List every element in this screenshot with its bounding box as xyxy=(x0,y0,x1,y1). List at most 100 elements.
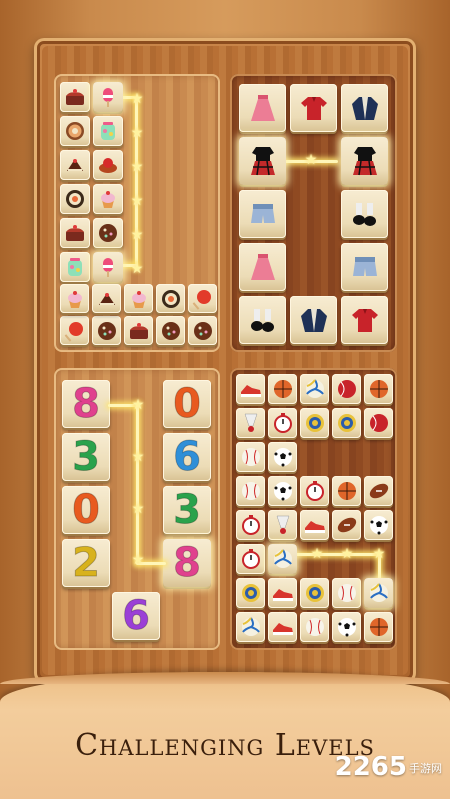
cricket-ball-icon xyxy=(367,411,391,435)
game-tile[interactable] xyxy=(300,578,329,608)
number-tile[interactable]: 3 xyxy=(163,486,211,534)
basketball-icon xyxy=(367,377,391,401)
number-tile[interactable]: 0 xyxy=(62,486,110,534)
game-tile[interactable] xyxy=(341,296,388,344)
game-tile[interactable] xyxy=(290,296,337,344)
game-tile[interactable] xyxy=(364,510,393,540)
stopwatch-icon xyxy=(271,411,295,435)
game-tile[interactable] xyxy=(60,150,90,180)
macaron-jar-icon xyxy=(96,119,120,143)
game-tile[interactable] xyxy=(236,374,265,404)
number-digit: 0 xyxy=(72,487,101,533)
game-tile[interactable] xyxy=(239,243,286,291)
game-tile[interactable] xyxy=(300,408,329,438)
game-tile[interactable] xyxy=(60,218,90,248)
game-tile[interactable] xyxy=(332,374,361,404)
game-tile[interactable] xyxy=(60,184,90,214)
game-tile[interactable] xyxy=(364,578,393,608)
number-tile[interactable]: 8 xyxy=(62,380,110,428)
game-tile[interactable] xyxy=(93,184,123,214)
game-tile[interactable] xyxy=(341,84,388,132)
game-tile[interactable] xyxy=(93,116,123,146)
watermark-logo: 2265 手游网 xyxy=(335,752,442,782)
game-tile[interactable] xyxy=(290,84,337,132)
game-tile[interactable] xyxy=(60,284,89,313)
number-tile-selected[interactable]: 8 xyxy=(163,539,211,587)
game-tile[interactable] xyxy=(60,316,89,345)
game-tile[interactable] xyxy=(188,284,217,313)
game-tile[interactable] xyxy=(268,578,297,608)
game-tile[interactable] xyxy=(93,252,123,282)
stopwatch-icon xyxy=(303,479,327,503)
game-tile[interactable] xyxy=(300,476,329,506)
game-tile[interactable] xyxy=(268,510,297,540)
game-tile[interactable] xyxy=(332,510,361,540)
game-tile[interactable] xyxy=(341,190,388,238)
game-tile[interactable] xyxy=(93,150,123,180)
game-tile[interactable] xyxy=(268,408,297,438)
game-tile[interactable] xyxy=(124,316,153,345)
mary-jane-shoes-icon xyxy=(249,306,277,334)
game-tile[interactable] xyxy=(92,316,121,345)
game-tile[interactable] xyxy=(92,284,121,313)
game-tile[interactable] xyxy=(300,612,329,642)
game-tile[interactable] xyxy=(332,476,361,506)
game-tile[interactable] xyxy=(156,316,185,345)
number-digit: 6 xyxy=(122,593,151,639)
game-tile[interactable] xyxy=(239,190,286,238)
game-tile[interactable] xyxy=(268,612,297,642)
number-tile[interactable]: 6 xyxy=(163,433,211,481)
game-tile[interactable] xyxy=(236,408,265,438)
game-tile[interactable] xyxy=(364,374,393,404)
sneaker-red-icon xyxy=(239,377,263,401)
game-tile[interactable] xyxy=(332,408,361,438)
game-tile[interactable] xyxy=(332,578,361,608)
game-tile[interactable] xyxy=(364,408,393,438)
chocolate-cake-icon xyxy=(63,153,87,177)
football-icon xyxy=(367,479,391,503)
game-tile[interactable] xyxy=(124,284,153,313)
match-path-line xyxy=(136,404,139,564)
number-digit: 2 xyxy=(72,540,101,586)
game-tile[interactable] xyxy=(188,316,217,345)
soccer-ball-icon xyxy=(271,445,295,469)
game-tile[interactable] xyxy=(239,137,286,185)
game-tile[interactable] xyxy=(236,510,265,540)
game-tile[interactable] xyxy=(268,374,297,404)
game-tile[interactable] xyxy=(60,252,90,282)
shirt-red-icon xyxy=(300,94,328,122)
number-tile[interactable]: 0 xyxy=(163,380,211,428)
chocolate-cookie-icon xyxy=(159,319,183,343)
game-tile[interactable] xyxy=(156,284,185,313)
watermark-text: 2265 xyxy=(334,752,407,782)
game-tile[interactable] xyxy=(93,82,123,112)
game-tile[interactable] xyxy=(341,243,388,291)
game-tile[interactable] xyxy=(93,218,123,248)
game-tile[interactable] xyxy=(236,442,265,472)
game-tile[interactable] xyxy=(60,82,90,112)
game-tile[interactable] xyxy=(268,544,297,574)
number-tile[interactable]: 2 xyxy=(62,539,110,587)
game-tile[interactable] xyxy=(364,612,393,642)
game-tile[interactable] xyxy=(236,578,265,608)
game-tile[interactable] xyxy=(300,374,329,404)
game-tile[interactable] xyxy=(341,137,388,185)
game-tile[interactable] xyxy=(268,442,297,472)
game-tile[interactable] xyxy=(60,116,90,146)
number-tile[interactable]: 6 xyxy=(112,592,160,640)
game-tile[interactable] xyxy=(364,476,393,506)
candy-apple-icon xyxy=(63,319,87,343)
sparkle-star-icon: ★ xyxy=(130,91,144,107)
game-tile[interactable] xyxy=(300,510,329,540)
game-tile[interactable] xyxy=(332,612,361,642)
game-tile[interactable] xyxy=(236,476,265,506)
jacket-navy-icon xyxy=(300,306,328,334)
number-tile[interactable]: 3 xyxy=(62,433,110,481)
shuttlecock-icon xyxy=(239,411,263,435)
game-tile[interactable] xyxy=(236,544,265,574)
sparkle-star-icon: ★ xyxy=(310,546,324,562)
game-tile[interactable] xyxy=(239,84,286,132)
game-tile[interactable] xyxy=(236,612,265,642)
game-tile[interactable] xyxy=(268,476,297,506)
game-tile[interactable] xyxy=(239,296,286,344)
